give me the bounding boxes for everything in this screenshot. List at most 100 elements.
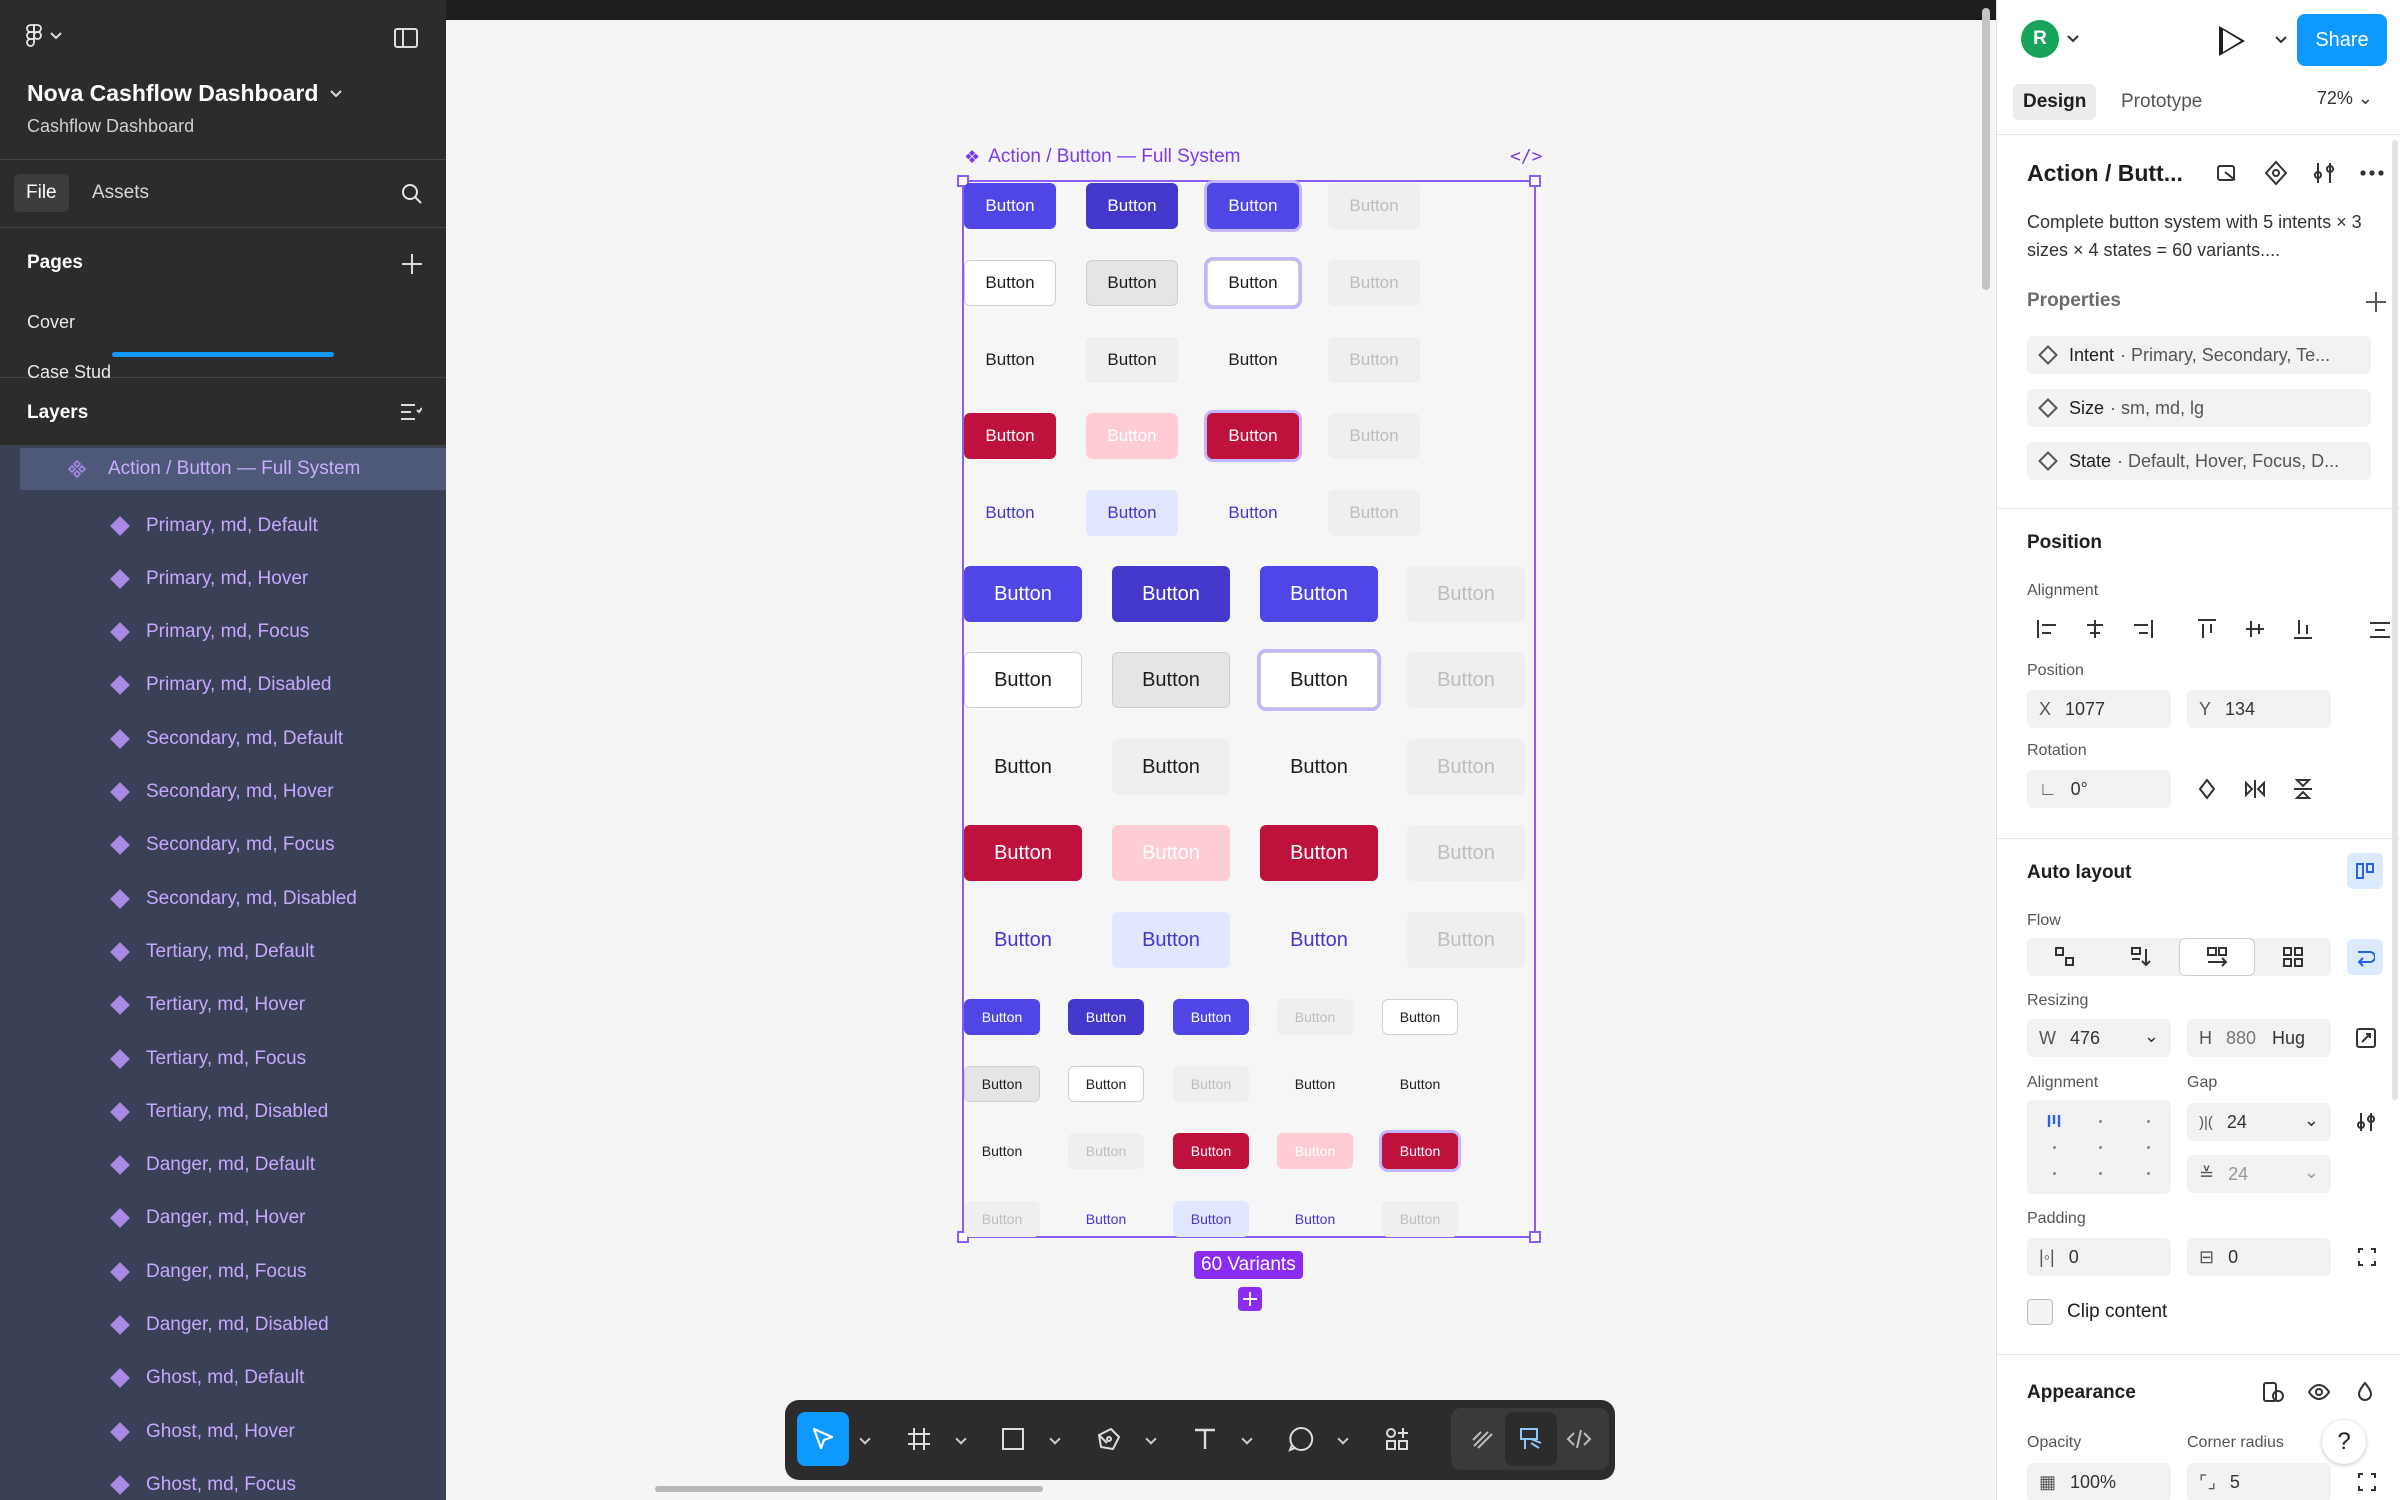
align-right-icon[interactable] [2119, 610, 2167, 648]
variant-button[interactable]: Button [964, 739, 1082, 795]
height-field[interactable]: H 880 Hug [2187, 1019, 2331, 1057]
eye-icon[interactable] [2307, 1380, 2331, 1404]
layer-item[interactable]: Primary, md, Disabled [0, 659, 446, 712]
adjust-icon[interactable] [2311, 160, 2337, 186]
resize-handle-tr[interactable] [1529, 175, 1541, 187]
layer-item[interactable]: Ghost, md, Focus [0, 1458, 446, 1500]
variant-button[interactable]: Button [1207, 260, 1299, 306]
padding-horizontal-field[interactable]: |◦| 0 [2027, 1238, 2171, 1276]
variant-button[interactable]: Button [1173, 1133, 1249, 1169]
variant-button[interactable]: Button [1277, 999, 1353, 1035]
blend-icon[interactable] [2353, 1380, 2377, 1404]
layer-item[interactable]: Ghost, md, Default [0, 1352, 446, 1405]
variant-button[interactable]: Button [1277, 1133, 1353, 1169]
layer-item[interactable]: Danger, md, Focus [0, 1245, 446, 1298]
tab-file[interactable]: File [14, 174, 69, 212]
layer-item[interactable]: Tertiary, md, Default [0, 925, 446, 978]
avatar[interactable]: R [2021, 20, 2059, 58]
actions-tool[interactable] [1371, 1412, 1423, 1466]
variant-button[interactable]: Button [1407, 739, 1525, 795]
variant-button[interactable]: Button [1382, 1133, 1458, 1169]
auto-layout-toggle-icon[interactable] [2347, 853, 2383, 889]
right-panel-scrollbar[interactable] [2392, 140, 2398, 1100]
variant-button[interactable]: Button [1277, 1066, 1353, 1102]
variant-button[interactable]: Button [1382, 1066, 1458, 1102]
variant-button[interactable]: Button [1207, 490, 1299, 536]
layer-item[interactable]: Tertiary, md, Focus [0, 1032, 446, 1085]
distribute-icon[interactable] [2369, 620, 2391, 640]
text-tool[interactable] [1179, 1412, 1231, 1466]
frame-label[interactable]: ❖ Action / Button — Full System [964, 146, 1241, 168]
canvas-horizontal-scrollbar[interactable] [655, 1486, 1043, 1492]
variant-button[interactable]: Button [1328, 183, 1420, 229]
variant-button[interactable]: Button [1068, 1201, 1144, 1237]
rotation-field[interactable]: ∟ 0° [2027, 770, 2171, 808]
flow-horizontal-icon[interactable] [2179, 938, 2255, 976]
pen-tool[interactable] [1083, 1412, 1135, 1466]
draw-mode[interactable] [1457, 1412, 1509, 1466]
variant-button[interactable]: Button [1207, 337, 1299, 383]
variant-button[interactable]: Button [964, 183, 1056, 229]
layer-item[interactable]: Primary, md, Hover [0, 552, 446, 605]
variant-button[interactable]: Button [964, 566, 1082, 622]
individual-padding-icon[interactable] [2357, 1247, 2377, 1267]
variant-button[interactable]: Button [1086, 183, 1178, 229]
variant-button[interactable]: Button [1328, 490, 1420, 536]
chevron-down-icon[interactable] [1145, 1433, 1157, 1445]
variant-button[interactable]: Button [1260, 739, 1378, 795]
variant-button[interactable]: Button [964, 999, 1040, 1035]
align-center-icon[interactable] [2071, 610, 2119, 648]
search-icon[interactable] [400, 182, 424, 206]
variant-button[interactable]: Button [1173, 999, 1249, 1035]
canvas-vertical-scrollbar[interactable] [1982, 8, 1990, 290]
layer-item-root[interactable]: Action / Button — Full System [20, 448, 446, 490]
layers-filter-icon[interactable] [400, 402, 422, 422]
wrap-icon[interactable] [2347, 939, 2383, 975]
flow-vertical-icon[interactable] [2103, 938, 2179, 976]
share-button[interactable]: Share [2297, 14, 2387, 66]
add-variant-button[interactable] [1238, 1287, 1262, 1311]
variant-button[interactable]: Button [1260, 566, 1378, 622]
variant-button[interactable]: Button [1207, 413, 1299, 459]
variant-button[interactable]: Button [1112, 652, 1230, 708]
resize-handle-br[interactable] [1529, 1231, 1541, 1243]
variant-button[interactable]: Button [1173, 1201, 1249, 1237]
variant-button[interactable]: Button [964, 652, 1082, 708]
variable-mode-icon[interactable] [2261, 1380, 2285, 1404]
chevron-down-icon[interactable] [1241, 1433, 1253, 1445]
chevron-down-icon[interactable] [2275, 36, 2287, 44]
property-intent[interactable]: Intent · Primary, Secondary, Te... [2027, 336, 2371, 374]
alignment-grid[interactable] [2027, 1100, 2171, 1194]
variant-button[interactable]: Button [1173, 1066, 1249, 1102]
chevron-down-icon[interactable] [859, 1433, 871, 1445]
variant-button[interactable]: Button [964, 912, 1082, 968]
variant-button[interactable]: Button [1260, 912, 1378, 968]
x-field[interactable]: X 1077 [2027, 690, 2171, 728]
layer-item[interactable]: Ghost, md, Hover [0, 1405, 446, 1458]
variant-button[interactable]: Button [964, 260, 1056, 306]
flow-grid-icon[interactable] [2255, 938, 2331, 976]
constraints-icon[interactable] [2355, 1027, 2377, 1049]
main-menu-button[interactable] [26, 24, 62, 48]
add-property-icon[interactable] [2366, 292, 2386, 312]
variant-button[interactable]: Button [1407, 912, 1525, 968]
layer-item[interactable]: Secondary, md, Hover [0, 766, 446, 819]
move-tool[interactable] [797, 1412, 849, 1466]
layer-item[interactable]: Primary, md, Focus [0, 606, 446, 659]
comment-tool[interactable] [1275, 1412, 1327, 1466]
variant-button[interactable]: Button [964, 413, 1056, 459]
variant-button[interactable]: Button [1382, 1201, 1458, 1237]
zoom-level[interactable]: 72% ⌄ [2317, 88, 2373, 109]
flow-freeform-icon[interactable] [2027, 938, 2103, 976]
variant-button[interactable]: Button [964, 1201, 1040, 1237]
rotate-icon[interactable] [2183, 770, 2231, 808]
variant-button[interactable]: Button [1068, 1133, 1144, 1169]
layer-item[interactable]: Tertiary, md, Hover [0, 979, 446, 1032]
variant-button[interactable]: Button [1112, 739, 1230, 795]
dev-mode[interactable] [1553, 1412, 1605, 1466]
variant-button[interactable]: Button [1328, 337, 1420, 383]
variant-button[interactable]: Button [1112, 912, 1230, 968]
layer-item[interactable]: Primary, md, Default [0, 499, 446, 552]
align-middle-icon[interactable] [2231, 610, 2279, 648]
layer-item[interactable]: Danger, md, Disabled [0, 1299, 446, 1352]
